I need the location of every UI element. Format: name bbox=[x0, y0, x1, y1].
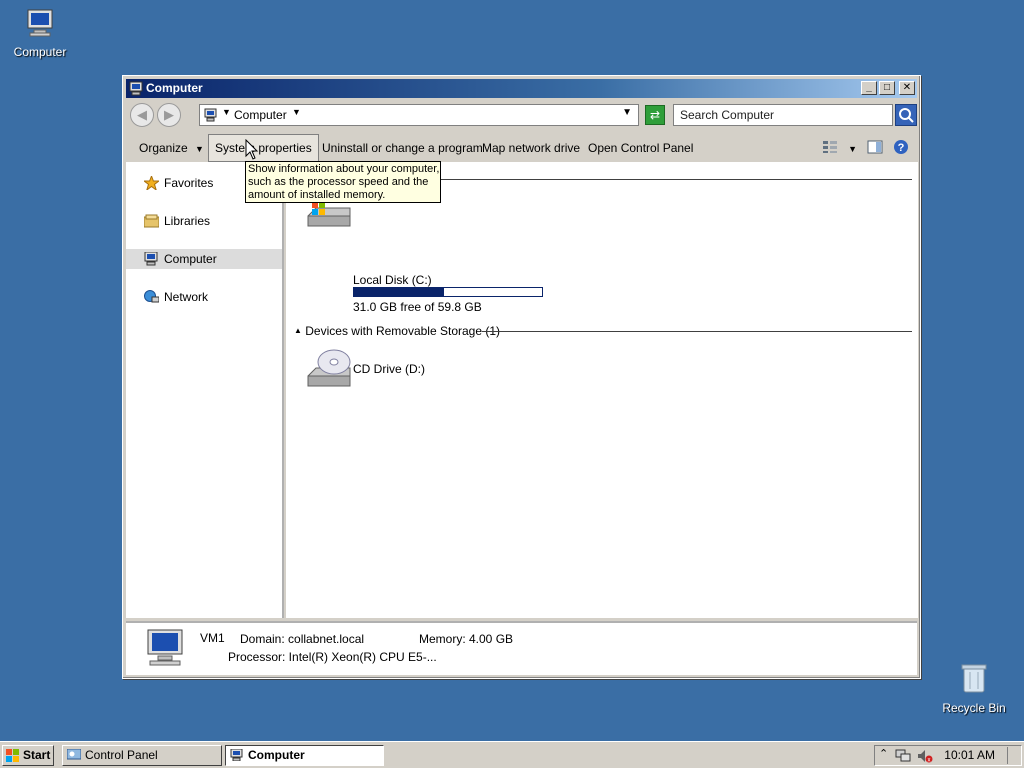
taskbar-item-computer[interactable]: Computer bbox=[225, 745, 384, 766]
search-input[interactable]: Search Computer bbox=[673, 104, 893, 126]
open-control-panel-button[interactable]: Open Control Panel bbox=[588, 134, 693, 162]
nav-label: Computer bbox=[164, 252, 217, 266]
desktop-computer-icon[interactable]: Computer bbox=[0, 8, 80, 59]
refresh-button[interactable]: ⇄ bbox=[645, 105, 665, 125]
domain-info: Domain: collabnet.local bbox=[240, 632, 365, 646]
network-icon bbox=[144, 290, 159, 303]
control-panel-icon bbox=[67, 749, 81, 760]
mouse-cursor-icon bbox=[245, 139, 259, 160]
tooltip-line: Show information about your computer, bbox=[248, 163, 440, 175]
computer-name: VM1 bbox=[200, 631, 225, 645]
nav-label: Network bbox=[164, 290, 209, 304]
search-button[interactable] bbox=[895, 104, 917, 126]
back-button[interactable]: ◀ bbox=[130, 103, 154, 127]
show-hidden-icons-icon[interactable]: ⌃ bbox=[879, 747, 888, 760]
crumb-chevron-icon[interactable]: ▼ bbox=[292, 107, 301, 117]
search-icon bbox=[899, 108, 914, 123]
map-network-drive-button[interactable]: Map network drive bbox=[482, 134, 580, 162]
maximize-button[interactable]: □ bbox=[879, 81, 895, 95]
removable-header-label: Devices with Removable Storage (1) bbox=[305, 324, 501, 338]
window-titlebar[interactable]: Computer _ □ ✕ bbox=[126, 79, 917, 98]
local-disk-item[interactable] bbox=[304, 198, 354, 234]
address-crumb[interactable]: Computer bbox=[234, 108, 287, 122]
clock[interactable]: 10:01 AM bbox=[944, 746, 995, 765]
computer-icon bbox=[147, 629, 183, 666]
organize-label: Organize bbox=[139, 141, 188, 155]
navigation-pane: Favorites Libraries Computer Network bbox=[126, 162, 284, 618]
svg-text:x: x bbox=[928, 758, 931, 764]
nav-label: Libraries bbox=[164, 214, 211, 228]
organize-button[interactable]: Organize ▼ bbox=[139, 134, 204, 162]
removable-group-line bbox=[482, 331, 912, 332]
uninstall-button[interactable]: Uninstall or change a program bbox=[322, 134, 483, 162]
disk-usage-bar bbox=[353, 287, 543, 297]
computer-icon bbox=[204, 108, 217, 122]
svg-text:?: ? bbox=[898, 142, 905, 154]
address-chevron-icon[interactable]: ▼ bbox=[222, 107, 231, 117]
start-button[interactable]: Start bbox=[2, 745, 54, 766]
system-properties-tooltip: Show information about your computer, su… bbox=[245, 161, 441, 203]
minimize-button[interactable]: _ bbox=[861, 81, 877, 95]
volume-muted-icon[interactable]: x bbox=[917, 749, 933, 763]
view-dropdown-icon[interactable]: ▼ bbox=[848, 144, 857, 154]
nav-item-libraries[interactable]: Libraries bbox=[126, 211, 282, 231]
show-desktop-button[interactable] bbox=[1007, 747, 1020, 764]
network-tray-icon[interactable] bbox=[895, 749, 911, 763]
window-title: Computer bbox=[146, 81, 203, 95]
nav-item-network[interactable]: Network bbox=[126, 287, 282, 307]
address-bar[interactable]: ▼ Computer ▼ ▼ bbox=[199, 104, 639, 126]
desktop-recycle-bin-icon[interactable]: Recycle Bin bbox=[934, 662, 1014, 715]
local-disk-free: 31.0 GB free of 59.8 GB bbox=[353, 300, 482, 314]
libraries-icon bbox=[144, 214, 159, 228]
computer-icon bbox=[0, 8, 80, 41]
nav-label: Favorites bbox=[164, 176, 214, 190]
content-pane: Local Disk (C:) 31.0 GB free of 59.8 GB … bbox=[286, 162, 918, 618]
computer-window: Computer _ □ ✕ ◀ ▶ ▼ Computer ▼ ▼ ⇄ Sear… bbox=[122, 75, 921, 679]
refresh-icon: ⇄ bbox=[649, 108, 661, 122]
collapse-arrow-icon: ▲ bbox=[294, 326, 302, 335]
cd-drive-item[interactable] bbox=[304, 348, 354, 392]
star-icon bbox=[144, 176, 159, 190]
computer-icon bbox=[129, 81, 143, 96]
task-label: Computer bbox=[248, 748, 305, 762]
removable-storage-header[interactable]: ▲ Devices with Removable Storage (1) bbox=[294, 324, 500, 338]
taskbar: Start Control Panel Computer ⌃ x 10:01 A… bbox=[0, 741, 1024, 768]
forward-button[interactable]: ▶ bbox=[157, 103, 181, 127]
disk-usage-fill bbox=[354, 288, 445, 296]
hard-drive-icon bbox=[307, 202, 351, 227]
computer-icon bbox=[230, 749, 243, 761]
cd-drive-label[interactable]: CD Drive (D:) bbox=[353, 362, 425, 376]
address-row: ◀ ▶ ▼ Computer ▼ ▼ ⇄ Search Computer bbox=[126, 101, 917, 131]
address-dropdown-icon[interactable]: ▼ bbox=[622, 107, 632, 118]
processor-info: Processor: Intel(R) Xeon(R) CPU E5-... bbox=[228, 650, 437, 664]
computer-icon bbox=[144, 252, 158, 266]
chevron-down-icon: ▼ bbox=[195, 144, 204, 154]
tooltip-line: amount of installed memory. bbox=[248, 189, 386, 201]
start-label: Start bbox=[23, 748, 51, 762]
cd-drive-icon bbox=[307, 349, 351, 387]
taskbar-item-control-panel[interactable]: Control Panel bbox=[62, 745, 222, 766]
recycle-bin-icon bbox=[934, 662, 1014, 697]
tooltip-line: such as the processor speed and the bbox=[248, 176, 429, 188]
details-pane: VM1 Domain: collabnet.local Memory: 4.00… bbox=[126, 621, 917, 675]
close-button[interactable]: ✕ bbox=[899, 81, 915, 95]
preview-pane-icon[interactable] bbox=[867, 140, 883, 157]
hard-disk-group-line bbox=[436, 179, 912, 180]
desktop-computer-label: Computer bbox=[13, 45, 67, 59]
system-properties-button[interactable]: System properties bbox=[208, 134, 319, 162]
forward-arrow-icon: ▶ bbox=[164, 107, 174, 122]
desktop-recycle-bin-label: Recycle Bin bbox=[942, 701, 1006, 715]
local-disk-name[interactable]: Local Disk (C:) bbox=[353, 273, 432, 287]
nav-item-computer[interactable]: Computer bbox=[126, 249, 282, 269]
windows-logo-icon bbox=[6, 749, 19, 762]
memory-info: Memory: 4.00 GB bbox=[419, 632, 514, 646]
change-view-icon[interactable] bbox=[822, 140, 838, 157]
back-arrow-icon: ◀ bbox=[137, 107, 147, 122]
help-icon[interactable]: ? bbox=[893, 139, 909, 158]
system-tray: ⌃ x 10:01 AM bbox=[874, 745, 1022, 766]
task-label: Control Panel bbox=[85, 748, 158, 762]
